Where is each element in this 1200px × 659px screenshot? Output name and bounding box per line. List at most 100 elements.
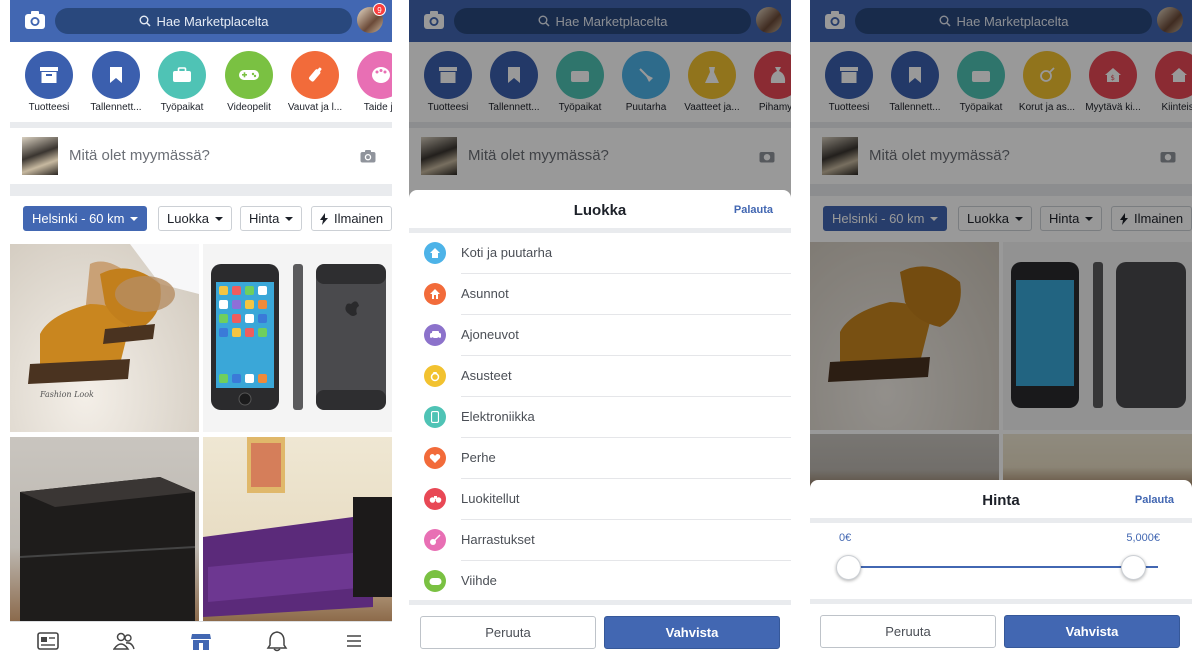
category-label: Työpaikat — [160, 102, 204, 113]
boots-image: Fashion Look — [28, 244, 199, 399]
lightning-icon — [320, 212, 328, 225]
divider — [409, 600, 791, 605]
search-icon — [139, 15, 151, 27]
price-filter[interactable]: Hinta — [240, 206, 303, 231]
category-sheet: Luokka Palauta Koti ja puutarha Asunnot … — [409, 190, 791, 659]
category-option[interactable]: Asusteet — [409, 356, 791, 397]
gamepad-icon — [424, 570, 446, 592]
box-icon — [25, 51, 73, 99]
category-option[interactable]: Asunnot — [409, 274, 791, 315]
min-price-label: 0€ — [839, 532, 852, 544]
category-option-label: Asunnot — [461, 286, 509, 301]
composer-placeholder: Mitä olet myymässä? — [69, 147, 210, 164]
category-filter-screen: Hae Marketplacelta Tuotteesi Tallennett.… — [409, 0, 791, 659]
category-option-label: Elektroniikka — [461, 409, 535, 424]
home-icon — [424, 283, 446, 305]
category-filter-label: Luokka — [167, 211, 209, 226]
listing-tile[interactable] — [203, 244, 392, 432]
category-label: Tallennett... — [90, 102, 142, 113]
category-item[interactable]: Vauvat ja l... — [286, 51, 344, 113]
category-option-label: Harrastukset — [461, 532, 535, 547]
category-item[interactable]: Tuotteesi — [20, 51, 78, 113]
baby-bottle-icon — [291, 51, 339, 99]
category-label: Videopelit — [227, 102, 271, 113]
max-price-handle[interactable] — [1121, 555, 1146, 580]
category-label: Tuotteesi — [28, 102, 70, 113]
location-filter-label: Helsinki - 60 km — [32, 211, 125, 226]
listing-tile[interactable]: Fashion Look — [10, 244, 199, 432]
gamepad-icon — [225, 51, 273, 99]
reset-button[interactable]: Palauta — [734, 204, 773, 216]
marketplace-icon[interactable] — [190, 630, 212, 652]
category-item[interactable]: Taide ja — [352, 51, 392, 113]
bell-icon[interactable] — [266, 630, 288, 652]
category-option[interactable]: Harrastukset — [409, 520, 791, 561]
confirm-button[interactable]: Vahvista — [604, 616, 780, 649]
listing-tile[interactable] — [10, 437, 199, 621]
free-filter[interactable]: Ilmainen — [311, 206, 392, 231]
sofa-image — [203, 437, 392, 617]
min-price-handle[interactable] — [836, 555, 861, 580]
divider — [810, 599, 1192, 604]
ring-icon — [424, 365, 446, 387]
notification-badge: 9 — [373, 3, 386, 16]
reset-button[interactable]: Palauta — [1135, 494, 1174, 506]
price-range-track[interactable] — [848, 566, 1158, 568]
category-label: Vauvat ja l... — [287, 102, 343, 113]
camera-icon[interactable] — [360, 149, 376, 163]
heart-icon — [424, 447, 446, 469]
binoculars-icon — [424, 488, 446, 510]
category-option-label: Asusteet — [461, 368, 512, 383]
palette-icon — [357, 51, 392, 99]
filter-bar: Helsinki - 60 km Luokka Hinta Ilmainen — [10, 196, 392, 240]
cancel-button[interactable]: Peruuta — [420, 616, 596, 649]
confirm-button[interactable]: Vahvista — [1004, 615, 1180, 648]
category-item[interactable]: Videopelit — [220, 51, 278, 113]
category-option-label: Koti ja puutarha — [461, 245, 553, 260]
category-item[interactable]: Tallennett... — [87, 51, 145, 113]
guitar-icon — [424, 529, 446, 551]
listing-tile[interactable] — [203, 437, 392, 621]
category-carousel: Tuotteesi Tallennett... Työpaikat Videop… — [10, 42, 392, 122]
profile-thumbnail — [22, 137, 58, 175]
chevron-down-icon — [130, 216, 139, 221]
category-option-label: Ajoneuvot — [461, 327, 519, 342]
category-filter[interactable]: Luokka — [158, 206, 232, 231]
bookmark-icon — [92, 51, 140, 99]
category-option[interactable]: Viihde — [409, 561, 791, 602]
divider — [810, 518, 1192, 523]
free-filter-label: Ilmainen — [334, 211, 384, 226]
news-feed-icon[interactable] — [37, 630, 59, 652]
chevron-down-icon — [214, 216, 223, 221]
briefcase-icon — [158, 51, 206, 99]
category-option-label: Viihde — [461, 573, 497, 588]
dresser-image — [19, 477, 196, 621]
category-option[interactable]: Perhe — [409, 438, 791, 479]
price-sheet: Hinta Palauta 0€ 5,000€ Peruuta Vahvista — [810, 480, 1192, 659]
sell-composer[interactable]: Mitä olet myymässä? — [10, 128, 392, 184]
camera-icon[interactable] — [24, 10, 46, 30]
price-filter-label: Hinta — [249, 211, 280, 226]
category-item[interactable]: Työpaikat — [153, 51, 211, 113]
bottom-navigation — [10, 621, 392, 659]
category-option-label: Perhe — [461, 450, 496, 465]
location-filter[interactable]: Helsinki - 60 km — [23, 206, 148, 231]
category-option[interactable]: Elektroniikka — [409, 397, 791, 438]
max-price-label: 5,000€ — [1126, 532, 1160, 544]
phone-image — [211, 264, 386, 410]
category-option[interactable]: Ajoneuvot — [409, 315, 791, 356]
house-icon — [424, 242, 446, 264]
cancel-button[interactable]: Peruuta — [820, 615, 996, 648]
phone-icon — [424, 406, 446, 428]
category-option[interactable]: Luokitellut — [409, 479, 791, 520]
search-placeholder: Hae Marketplacelta — [156, 13, 269, 29]
car-icon — [424, 324, 446, 346]
menu-icon[interactable] — [343, 630, 365, 652]
profile-avatar[interactable]: 9 — [357, 3, 386, 33]
chevron-down-icon — [285, 216, 294, 221]
friends-icon[interactable] — [113, 630, 135, 652]
search-input[interactable]: Hae Marketplacelta — [55, 8, 352, 34]
category-option[interactable]: Koti ja puutarha — [409, 233, 791, 274]
price-filter-screen: Hae Marketplacelta Tuotteesi Tallennett.… — [810, 0, 1192, 659]
marketplace-home-screen: Hae Marketplacelta 9 Tuotteesi Tallennet… — [10, 0, 392, 659]
